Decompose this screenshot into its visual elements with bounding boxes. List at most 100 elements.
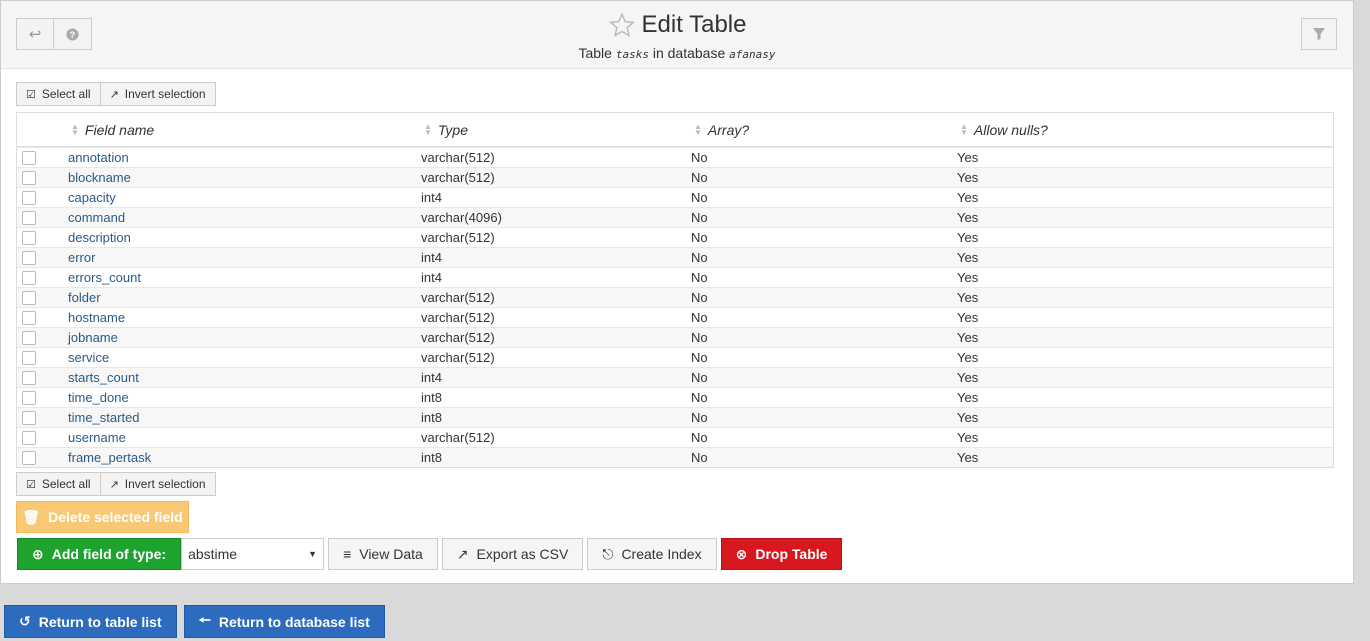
field-type: int8 — [421, 450, 442, 465]
delete-label: Delete selected field — [48, 509, 183, 525]
row-checkbox[interactable] — [22, 230, 36, 245]
field-name-link[interactable]: hostname — [68, 310, 125, 325]
field-array: No — [691, 170, 708, 185]
select-all-button[interactable]: ☑ Select all — [16, 472, 101, 496]
field-array: No — [691, 330, 708, 345]
create-index-button[interactable]: ⎋ Create Index — [587, 538, 717, 570]
field-type-select[interactable]: abstime ▼ — [181, 538, 325, 570]
sort-icon: ▲ ▼ — [694, 121, 702, 137]
field-type: varchar(512) — [421, 290, 495, 305]
field-name-link[interactable]: jobname — [68, 330, 118, 345]
table-row: time_started int8 No Yes — [17, 407, 1333, 427]
field-type: int8 — [421, 390, 442, 405]
page-scrollbar[interactable] — [1354, 0, 1370, 641]
field-array: No — [691, 250, 708, 265]
field-name-link[interactable]: time_done — [68, 390, 129, 405]
field-type: varchar(512) — [421, 310, 495, 325]
field-nulls: Yes — [957, 210, 979, 225]
row-checkbox[interactable] — [22, 430, 36, 445]
table-body: annotation varchar(512) No Yes blockname var… — [17, 147, 1333, 467]
field-name-link[interactable]: description — [68, 230, 131, 245]
return-to-database-list-button[interactable]: 🠔 Return to database list — [183, 605, 385, 638]
invert-selection-button[interactable]: ↗ Invert selection — [100, 82, 216, 106]
field-type: varchar(512) — [421, 330, 495, 345]
column-header-allow-nulls[interactable]: ▲ ▼ Allow nulls? — [960, 122, 1048, 138]
drop-table-button[interactable]: ⊗ Drop Table — [720, 538, 843, 570]
field-name-link[interactable]: frame_pertask — [68, 450, 151, 465]
row-checkbox[interactable] — [22, 390, 36, 405]
field-name-link[interactable]: errors_count — [68, 270, 141, 285]
column-header-array[interactable]: ▲ ▼ Array? — [694, 122, 749, 138]
share-icon: ↗ — [456, 545, 469, 562]
table-row: username varchar(512) No Yes — [17, 427, 1333, 447]
row-checkbox[interactable] — [22, 250, 36, 265]
add-field-label: Add field of type: — [51, 546, 167, 562]
table-row: errors_count int4 No Yes — [17, 267, 1333, 287]
check-square-icon: ☑ — [26, 478, 36, 491]
field-name-link[interactable]: error — [68, 250, 95, 265]
add-field-button[interactable]: ⊕ Add field of type: — [17, 538, 182, 570]
arrow-circle-left-icon: ↺ — [19, 613, 31, 629]
field-array: No — [691, 370, 708, 385]
field-array: No — [691, 430, 708, 445]
column-header-field-name[interactable]: ▲ ▼ Field name — [71, 122, 154, 138]
row-checkbox[interactable] — [22, 370, 36, 385]
field-type: varchar(512) — [421, 350, 495, 365]
field-nulls: Yes — [957, 410, 979, 425]
row-checkbox[interactable] — [22, 270, 36, 285]
row-checkbox[interactable] — [22, 450, 36, 465]
page-title: Edit Table — [608, 11, 746, 39]
column-label: Array? — [707, 121, 750, 138]
field-nulls: Yes — [957, 430, 979, 445]
field-name-link[interactable]: capacity — [68, 190, 116, 205]
field-array: No — [691, 270, 708, 285]
field-type: varchar(512) — [421, 230, 495, 245]
action-toolbar: ⊕ Add field of type: abstime ▼ ≡ View Da… — [17, 538, 843, 570]
selection-bar-bottom: ☑ Select all ↗ Invert selection — [16, 472, 216, 496]
invert-selection-label: Invert selection — [124, 477, 206, 491]
field-array: No — [691, 230, 708, 245]
export-csv-button[interactable]: ↗ Export as CSV — [441, 538, 584, 570]
field-name-link[interactable]: service — [68, 350, 109, 365]
field-name-link[interactable]: folder — [68, 290, 101, 305]
field-nulls: Yes — [957, 450, 979, 465]
return-to-table-list-button[interactable]: ↺ Return to table list — [4, 605, 177, 638]
select-all-label: Select all — [41, 477, 91, 491]
row-checkbox[interactable] — [22, 310, 36, 325]
field-array: No — [691, 350, 708, 365]
table-row: folder varchar(512) No Yes — [17, 287, 1333, 307]
field-type: varchar(512) — [421, 170, 495, 185]
delete-selected-field-button[interactable]: 🗑 Delete selected field — [16, 501, 189, 533]
filter-button[interactable] — [1301, 18, 1337, 50]
table-row: error int4 No Yes — [17, 247, 1333, 267]
field-name-link[interactable]: command — [68, 210, 125, 225]
field-name-link[interactable]: annotation — [68, 150, 129, 165]
field-nulls: Yes — [957, 350, 979, 365]
field-nulls: Yes — [957, 250, 979, 265]
plus-circle-icon: ⊕ — [32, 545, 44, 562]
invert-selection-label: Invert selection — [124, 87, 206, 101]
row-checkbox[interactable] — [22, 210, 36, 225]
invert-selection-button[interactable]: ↗ Invert selection — [100, 472, 216, 496]
table-row: description varchar(512) No Yes — [17, 227, 1333, 247]
row-checkbox[interactable] — [22, 410, 36, 425]
view-data-button[interactable]: ≡ View Data — [328, 538, 438, 570]
select-all-button[interactable]: ☑ Select all — [16, 82, 101, 106]
row-checkbox[interactable] — [22, 290, 36, 305]
star-icon[interactable] — [608, 12, 636, 39]
field-name-link[interactable]: username — [68, 430, 126, 445]
field-name-link[interactable]: blockname — [68, 170, 131, 185]
row-checkbox[interactable] — [22, 330, 36, 345]
field-name-link[interactable]: starts_count — [68, 370, 139, 385]
row-checkbox[interactable] — [22, 150, 36, 165]
field-name-link[interactable]: time_started — [68, 410, 140, 425]
field-nulls: Yes — [957, 310, 979, 325]
field-array: No — [691, 450, 708, 465]
column-header-type[interactable]: ▲ ▼ Type — [424, 122, 468, 138]
table-header: ▲ ▼ Field name ▲ ▼ Type ▲ ▼ Array? ▲ ▼ Allow… — [17, 113, 1333, 147]
row-checkbox[interactable] — [22, 350, 36, 365]
row-checkbox[interactable] — [22, 170, 36, 185]
table-row: jobname varchar(512) No Yes — [17, 327, 1333, 347]
row-checkbox[interactable] — [22, 190, 36, 205]
field-type-value: abstime — [188, 546, 238, 562]
